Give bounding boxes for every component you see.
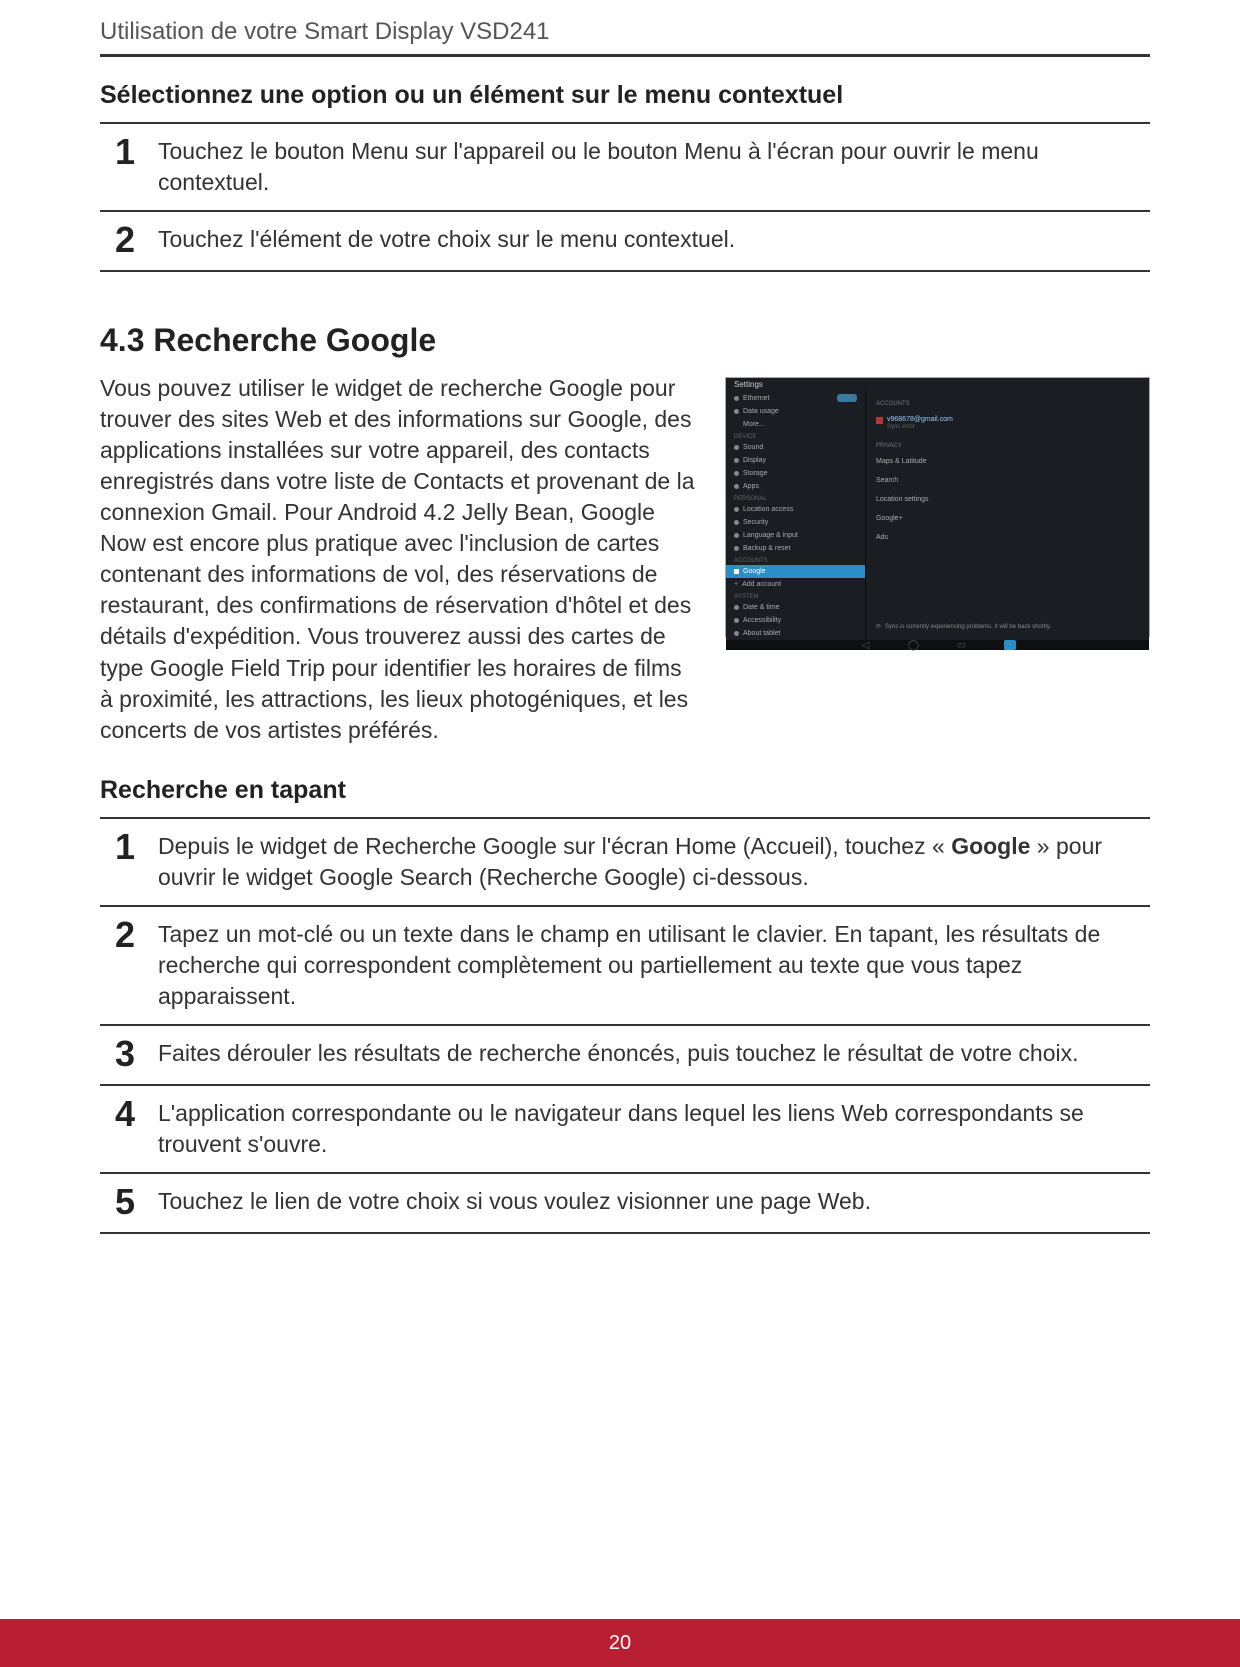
sidebar-item: Apps: [726, 480, 865, 493]
step-text: Faites dérouler les résultats de recherc…: [150, 1025, 1150, 1085]
sidebar-item: Sound: [726, 441, 865, 454]
step-text: L'application correspondante ou le navig…: [150, 1085, 1150, 1173]
section2-paragraph: Vous pouvez utiliser le widget de recher…: [100, 373, 695, 746]
step-row: 3 Faites dérouler les résultats de reche…: [100, 1025, 1150, 1085]
sidebar-item: Language & input: [726, 529, 865, 542]
step-row: 1 Touchez le bouton Menu sur l'appareil …: [100, 123, 1150, 211]
sidebar-item: Accessibility: [726, 614, 865, 627]
screenshot-container: Settings Ethernet Data usage More... DEV…: [725, 373, 1150, 746]
step-row: 5 Touchez le lien de votre choix si vous…: [100, 1173, 1150, 1233]
sidebar-item: Date & time: [726, 601, 865, 614]
section3-steps: 1 Depuis le widget de Recherche Google s…: [100, 817, 1150, 1234]
section2-heading: 4.3 Recherche Google: [100, 322, 1150, 359]
back-icon: ◁: [860, 640, 872, 650]
step-number: 5: [100, 1173, 150, 1233]
sidebar-item: More...: [726, 418, 865, 431]
sidebar-item-google: Google: [726, 565, 865, 578]
sync-icon: ⟳: [876, 623, 881, 630]
detail-category: PRIVACY: [876, 443, 1139, 449]
sidebar-item: About tablet: [726, 627, 865, 640]
detail-item: Ads: [876, 531, 1139, 544]
sidebar-item: Security: [726, 516, 865, 529]
sidebar-item: Ethernet: [726, 391, 865, 405]
step-row: 2 Touchez l'élément de votre choix sur l…: [100, 211, 1150, 271]
detail-item: Google+: [876, 512, 1139, 525]
sidebar-item: +Add account: [726, 578, 865, 591]
android-settings-screenshot: Settings Ethernet Data usage More... DEV…: [725, 377, 1150, 637]
step-row: 1 Depuis le widget de Recherche Google s…: [100, 818, 1150, 906]
settings-sidebar: Ethernet Data usage More... DEVICE Sound…: [726, 391, 866, 640]
section3-title: Recherche en tapant: [100, 776, 1150, 805]
page-header: Utilisation de votre Smart Display VSD24…: [100, 0, 1150, 57]
page-footer: 20: [0, 1619, 1240, 1667]
section1-title: Sélectionnez une option ou un élément su…: [100, 81, 1150, 110]
message-icon: [1004, 640, 1016, 650]
detail-item: Search: [876, 474, 1139, 487]
sidebar-item: Backup & reset: [726, 542, 865, 555]
sidebar-category: ACCOUNTS: [726, 555, 865, 565]
sync-status: ⟳ Sync is currently experiencing problem…: [876, 619, 1139, 634]
sidebar-item: Storage: [726, 467, 865, 480]
android-nav-bar: ◁ ◯ ▭: [726, 640, 1149, 650]
sidebar-category: SYSTEM: [726, 591, 865, 601]
detail-item: Maps & Latitude: [876, 455, 1139, 468]
settings-detail-pane: ACCOUNTS v968678@gmail.com Sync error PR…: [866, 391, 1149, 640]
recent-icon: ▭: [956, 640, 968, 650]
detail-category: ACCOUNTS: [876, 401, 1139, 407]
step-text: Touchez le bouton Menu sur l'appareil ou…: [150, 123, 1150, 211]
settings-titlebar: Settings: [726, 378, 1149, 391]
sidebar-item: Data usage: [726, 405, 865, 418]
step-row: 4 L'application correspondante ou le nav…: [100, 1085, 1150, 1173]
section1-steps: 1 Touchez le bouton Menu sur l'appareil …: [100, 122, 1150, 272]
step-number: 1: [100, 818, 150, 906]
step-number: 1: [100, 123, 150, 211]
sidebar-category: DEVICE: [726, 431, 865, 441]
step-number: 3: [100, 1025, 150, 1085]
sidebar-item: Location access: [726, 503, 865, 516]
step-text: Touchez l'élément de votre choix sur le …: [150, 211, 1150, 271]
page-number: 20: [609, 1632, 631, 1654]
step-row: 2 Tapez un mot-clé ou un texte dans le c…: [100, 906, 1150, 1025]
step-text: Tapez un mot-clé ou un texte dans le cha…: [150, 906, 1150, 1025]
step-number: 4: [100, 1085, 150, 1173]
step-number: 2: [100, 211, 150, 271]
step-text: Depuis le widget de Recherche Google sur…: [150, 818, 1150, 906]
account-email: v968678@gmail.com Sync error: [876, 413, 1139, 433]
step-number: 2: [100, 906, 150, 1025]
sidebar-category: PERSONAL: [726, 493, 865, 503]
home-icon: ◯: [908, 640, 920, 650]
detail-item: Location settings: [876, 493, 1139, 506]
sidebar-item: Display: [726, 454, 865, 467]
step-text: Touchez le lien de votre choix si vous v…: [150, 1173, 1150, 1233]
